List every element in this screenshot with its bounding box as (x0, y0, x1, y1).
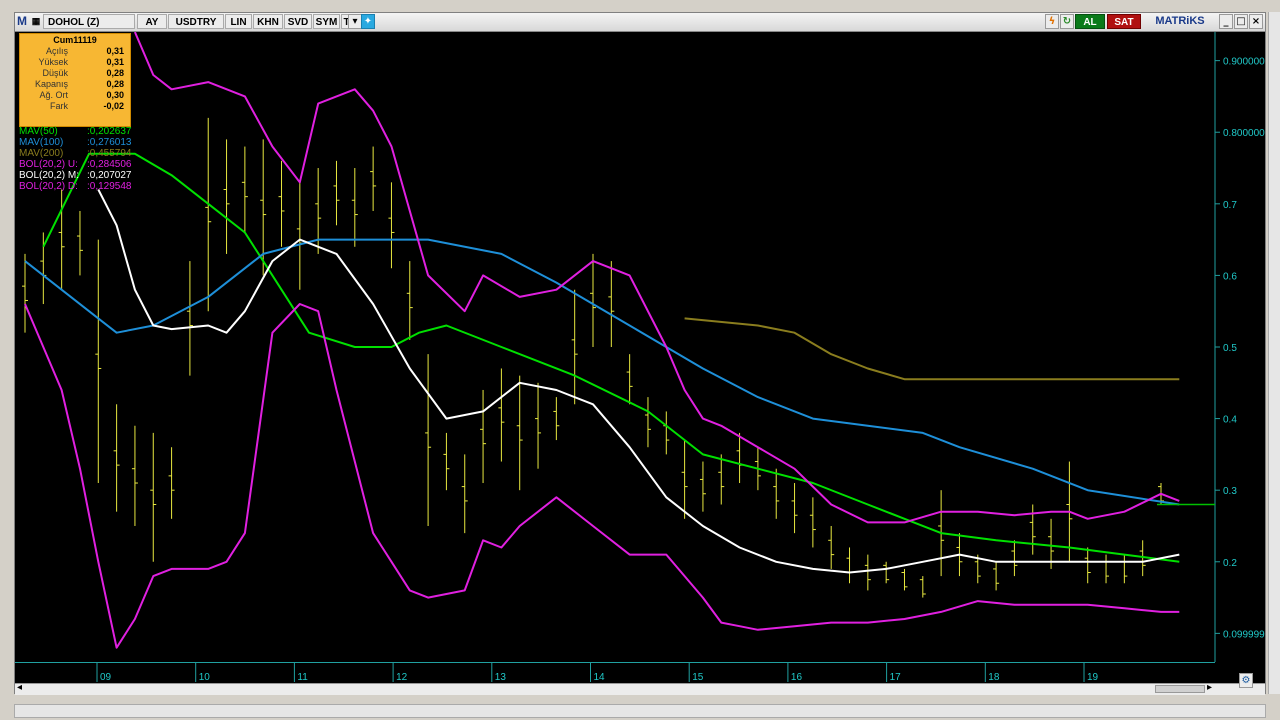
x-tick-label: 09 (100, 672, 112, 683)
mav200-line (684, 317, 1180, 381)
twitter-icon[interactable]: ✦ (361, 14, 375, 29)
y-tick-label: 0.4 (1223, 415, 1237, 426)
chart-toolbar: M ▦ DOHOL (Z) AY USDTRY LIN KHN SVD SYM … (15, 13, 1265, 32)
window-horizontal-scrollbar[interactable] (14, 704, 1266, 718)
x-tick-label: 11 (297, 672, 308, 683)
x-tick-label: 12 (396, 672, 408, 683)
legend-mav50: MAV(50):0,202637 (19, 126, 132, 137)
chart-horizontal-scrollbar[interactable]: ◂ ▸ (15, 682, 1265, 695)
x-tick-label: 18 (988, 672, 1000, 683)
ohlc-info-box: Cum11119 Açılış 0,31 Yüksek 0,31 Düşük 0,28… (19, 33, 131, 127)
close-icon[interactable]: × (1249, 14, 1263, 29)
scroll-thumb[interactable] (1155, 685, 1205, 693)
x-tick-label: 15 (692, 672, 704, 683)
y-tick-label: 0.3 (1223, 486, 1237, 497)
svd-button[interactable]: SVD (284, 14, 312, 29)
currency-button[interactable]: USDTRY (168, 14, 224, 29)
matriks-m-logo: M (17, 14, 27, 28)
mav50-line (42, 152, 1180, 563)
y-tick-label: 0.5 (1223, 343, 1237, 354)
sell-button[interactable]: SAT (1107, 14, 1141, 29)
x-tick-label: 19 (1087, 672, 1099, 683)
dropdown-arrow-icon[interactable]: ▾ (348, 14, 362, 29)
x-tick-label: 14 (594, 672, 606, 683)
period-button[interactable]: AY (137, 14, 167, 29)
y-tick-label: 0.900000 (1223, 57, 1265, 68)
info-row-open: Açılış 0,31 (45, 46, 124, 56)
x-tick-label: 13 (495, 672, 507, 683)
lightning-icon[interactable]: ϟ (1045, 14, 1059, 29)
legend-bol-middle: BOL(20,2) M::0,207027 (19, 170, 132, 181)
maximize-icon[interactable]: □ (1234, 14, 1248, 29)
y-tick-label: 0.2 (1223, 558, 1237, 569)
refresh-icon[interactable]: ↻ (1060, 14, 1074, 29)
indicator-legend: MAV(50):0,202637 MAV(100):0,276013 MAV(2… (19, 126, 219, 192)
info-row-wavg: Ağ. Ort 0,30 (39, 90, 124, 100)
sym-button[interactable]: SYM (313, 14, 340, 29)
y-tick-label: 0.6 (1223, 271, 1237, 282)
buy-button[interactable]: AL (1075, 14, 1105, 29)
symbol-field[interactable]: DOHOL (Z) (43, 14, 135, 29)
info-row-low: Düşük 0,28 (42, 68, 124, 78)
x-axis: 09 10 11 12 13 14 15 16 17 18 19 (15, 662, 1215, 683)
symbol-icon: ▦ (31, 16, 41, 26)
window-vertical-scrollbar[interactable] (1268, 12, 1280, 694)
scroll-right-icon[interactable]: ▸ (1207, 682, 1212, 693)
info-title: Cum11119 (53, 35, 97, 45)
info-row-high: Yüksek 0,31 (38, 57, 124, 67)
minimize-icon[interactable]: _ (1219, 14, 1233, 29)
y-tick-label: 0.7 (1223, 200, 1237, 211)
bollinger-upper-line (133, 32, 1180, 524)
legend-bol-lower: BOL(20,2) D::0,129548 (19, 181, 132, 192)
lin-button[interactable]: LIN (225, 14, 252, 29)
legend-mav200: MAV(200):0,455794 (19, 148, 132, 159)
x-tick-label: 10 (199, 672, 211, 683)
bollinger-lower-line (24, 303, 1180, 649)
matriks-brand: MATRiKS (1155, 15, 1205, 27)
khn-button[interactable]: KHN (253, 14, 283, 29)
info-row-close: Kapanış 0,28 (34, 79, 124, 89)
x-tick-label: 17 (890, 672, 902, 683)
chart-settings-icon[interactable]: ⚙ (1239, 673, 1253, 688)
y-tick-label: 0.099999 (1223, 629, 1265, 640)
y-tick-label: 0.800000 (1223, 128, 1265, 139)
legend-bol-upper: BOL(20,2) U::0,284506 (19, 159, 132, 170)
info-row-diff: Fark -0,02 (50, 101, 124, 111)
scroll-left-icon[interactable]: ◂ (17, 682, 22, 693)
legend-mav100: MAV(100):0,276013 (19, 137, 132, 148)
x-tick-label: 16 (791, 672, 803, 683)
mav100-line (24, 238, 1180, 506)
chart-window: M ▦ DOHOL (Z) AY USDTRY LIN KHN SVD SYM … (14, 12, 1266, 695)
